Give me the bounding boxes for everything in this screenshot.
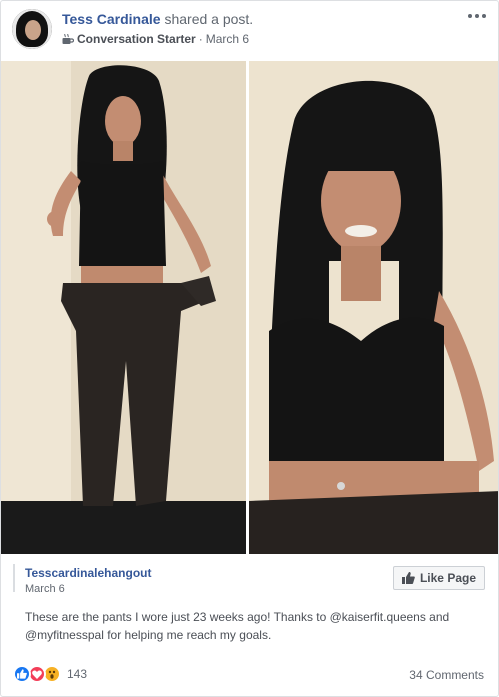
meta-separator: ·: [198, 32, 203, 46]
like-page-label: Like Page: [419, 571, 476, 585]
page-name-link[interactable]: Tesscardinalehangout: [25, 566, 151, 580]
attribution-divider: [13, 564, 15, 592]
post-photo-left[interactable]: [1, 61, 246, 554]
author-line: Tess Cardinale shared a post.: [62, 11, 253, 27]
post-meta: Conversation Starter · March 6: [62, 32, 249, 46]
like-page-button[interactable]: Like Page: [392, 566, 485, 590]
group-name-link[interactable]: Conversation Starter: [77, 32, 196, 46]
thumbs-up-icon: [401, 572, 415, 584]
shared-post-attribution: Tesscardinalehangout March 6 Like Page T…: [13, 564, 488, 646]
author-name-link[interactable]: Tess Cardinale: [62, 11, 161, 27]
photo-right-illustration: [249, 61, 498, 554]
feed-post-card: Tess Cardinale shared a post. Conversati…: [0, 0, 499, 697]
reaction-summary[interactable]: 143: [13, 665, 87, 683]
author-avatar[interactable]: [12, 9, 52, 49]
post-date-link[interactable]: March 6: [206, 32, 249, 46]
post-caption: These are the pants I wore just 23 weeks…: [25, 610, 450, 642]
reaction-count[interactable]: 143: [67, 667, 87, 681]
photo-left-illustration: [1, 61, 246, 554]
comments-count-link[interactable]: 34 Comments: [409, 668, 484, 682]
post-footer: 143 34 Comments: [1, 661, 498, 691]
shared-post-date[interactable]: March 6: [25, 583, 65, 595]
post-photo-right[interactable]: [249, 61, 498, 554]
post-header: Tess Cardinale shared a post. Conversati…: [1, 1, 498, 59]
more-options-icon[interactable]: [468, 11, 486, 21]
like-reaction-icon: [13, 665, 31, 683]
shared-action-text: shared a post.: [164, 11, 254, 27]
coffee-cup-icon: [62, 33, 74, 44]
